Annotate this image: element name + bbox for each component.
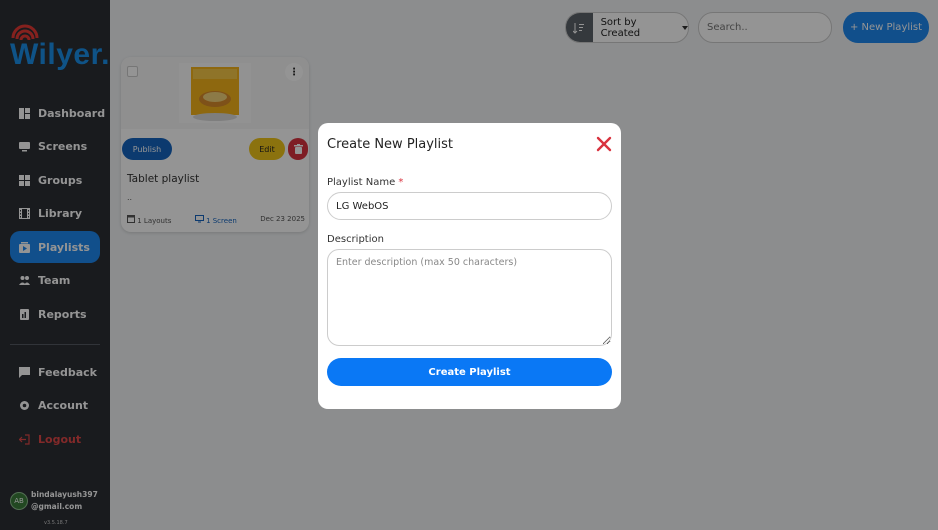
modal-title: Create New Playlist [327,137,454,152]
create-playlist-modal: Create New Playlist Playlist Name * Desc… [318,123,621,409]
create-playlist-button[interactable]: Create Playlist [327,358,612,386]
close-icon[interactable] [596,136,612,152]
description-label: Description [327,234,384,245]
playlist-name-label: Playlist Name * [327,177,404,188]
playlist-name-input[interactable] [327,192,612,220]
description-textarea[interactable] [327,249,612,346]
required-asterisk: * [398,177,404,188]
